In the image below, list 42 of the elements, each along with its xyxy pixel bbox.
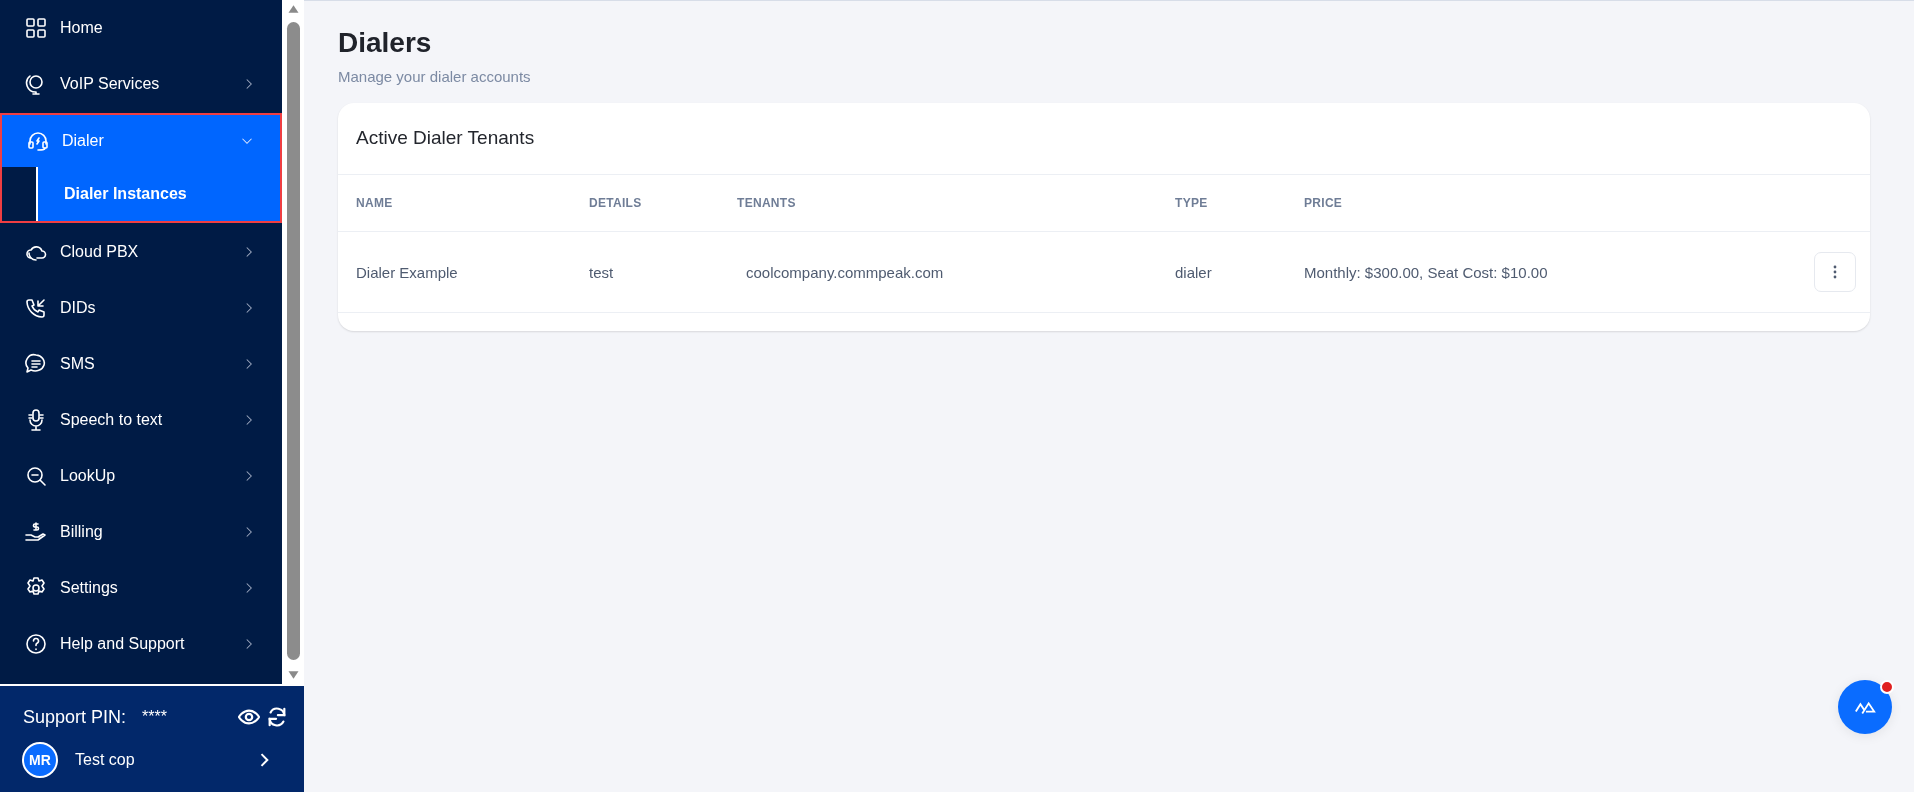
page-subtitle: Manage your dialer accounts — [338, 68, 532, 85]
support-pin-label: Support PIN: — [23, 706, 127, 728]
column-header: TENANTS — [737, 196, 797, 210]
column-header: DETAILS — [589, 196, 643, 210]
refresh-icon[interactable] — [266, 706, 288, 728]
sidebar-item[interactable]: VoIP Services — [0, 56, 282, 112]
user-name: Test cop — [75, 751, 136, 769]
sidebar-item[interactable]: Dialer — [2, 115, 280, 167]
scroll-up-icon[interactable] — [286, 4, 300, 14]
search-icon — [24, 464, 48, 488]
submenu-item[interactable]: Dialer Instances — [38, 167, 280, 221]
table-cell-text: Monthly: $300.00, Seat Cost: $10.00 — [1304, 263, 1549, 281]
headset-icon — [26, 129, 50, 153]
sidebar-item[interactable]: LookUp — [0, 448, 282, 504]
sidebar-item[interactable]: Cloud PBX — [0, 224, 282, 280]
chat-button[interactable] — [1838, 680, 1892, 734]
sidebar-item[interactable]: Billing — [0, 504, 282, 560]
sidebar-item[interactable]: Help and Support — [0, 616, 282, 672]
column-header: NAME — [356, 196, 394, 210]
table-cell-text: coolcompany.commpeak.com — [745, 263, 945, 281]
table-cell-text: Dialer Example — [356, 263, 459, 281]
sidebar-item[interactable]: DIDs — [0, 280, 282, 336]
hand-coin-icon — [24, 520, 48, 544]
card-title: Active Dialer Tenants — [338, 103, 1870, 175]
support-pin-value: **** — [142, 708, 168, 726]
sidebar-item[interactable]: Home — [0, 0, 282, 56]
page-title: Dialers — [338, 27, 433, 59]
sidebar-item[interactable]: SMS — [0, 336, 282, 392]
more-vertical-icon — [1833, 265, 1837, 279]
table-cell-text: test — [589, 263, 615, 281]
column-header: TYPE — [1175, 196, 1209, 210]
home-icon — [24, 16, 48, 40]
user-menu[interactable]: MR Test cop — [22, 742, 288, 778]
sidebar-item[interactable]: Speech to text — [0, 392, 282, 448]
column-header: PRICE — [1304, 196, 1344, 210]
table-cell-text: dialer — [1175, 263, 1213, 281]
phone-icon — [24, 296, 48, 320]
scroll-down-icon[interactable] — [286, 670, 300, 680]
sidebar-item[interactable]: Settings — [0, 560, 282, 616]
help-icon — [24, 632, 48, 656]
chat-icon — [24, 352, 48, 376]
avatar: MR — [22, 742, 58, 778]
